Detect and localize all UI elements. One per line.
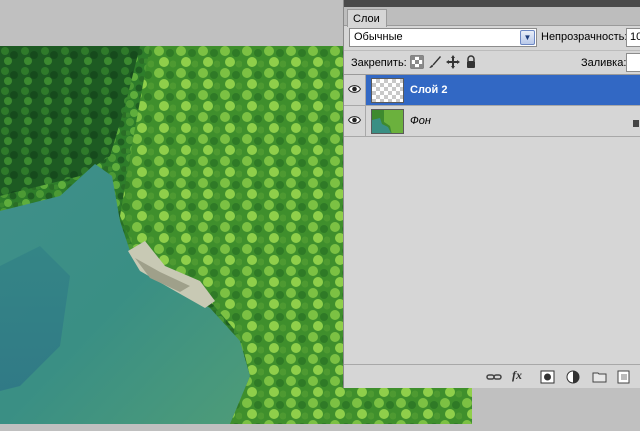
layer-row-fon[interactable]: Фон <box>344 106 640 137</box>
fx-layer-style-icon[interactable]: fx <box>512 368 528 382</box>
workspace-margin <box>472 424 640 431</box>
layers-panel-toolbar: fx <box>344 364 640 388</box>
lock-transparent-pixels-icon[interactable] <box>410 55 424 69</box>
panel-tab-bar: Слои <box>344 7 640 27</box>
link-layers-icon[interactable] <box>486 370 502 384</box>
lock-label: Закрепить: <box>351 57 407 69</box>
layer-thumbnail-photo <box>371 109 404 134</box>
layer-name[interactable]: Слой 2 <box>410 84 447 96</box>
opacity-field[interactable]: 100% <box>626 28 640 47</box>
visibility-toggle[interactable] <box>344 75 366 105</box>
tab-layers[interactable]: Слои <box>347 9 387 27</box>
layer-name[interactable]: Фон <box>410 115 431 127</box>
adjustment-layer-icon[interactable] <box>566 370 582 384</box>
lock-all-icon[interactable] <box>464 55 478 69</box>
lock-position-icon[interactable] <box>446 55 460 69</box>
blend-mode-row: Обычные ▼ Непрозрачность: 100% <box>344 26 640 50</box>
opacity-label: Непрозрачность: <box>541 31 628 43</box>
layers-panel: Слои Обычные ▼ Непрозрачность: 100% Закр… <box>343 0 640 388</box>
add-mask-icon[interactable] <box>540 370 556 384</box>
fill-field[interactable] <box>626 53 640 72</box>
eye-icon <box>348 85 361 93</box>
eye-icon <box>348 116 361 124</box>
layers-list: Слой 2 Фон <box>344 74 640 364</box>
new-group-icon[interactable] <box>592 370 608 384</box>
layer-lock-icon <box>633 120 639 127</box>
panel-title-bar[interactable] <box>344 0 640 7</box>
visibility-toggle[interactable] <box>344 106 366 136</box>
layer-thumbnail-transparent <box>371 78 404 103</box>
layer-row-sloy-2[interactable]: Слой 2 <box>344 75 640 106</box>
chevron-down-icon[interactable]: ▼ <box>520 30 535 45</box>
lock-row: Закрепить: Заливка: <box>344 50 640 74</box>
new-layer-icon[interactable] <box>616 370 632 384</box>
blend-mode-value: Обычные <box>354 31 403 43</box>
fill-label: Заливка: <box>581 57 627 69</box>
blend-mode-select[interactable]: Обычные ▼ <box>349 28 537 47</box>
photoshop-workspace: Слои Обычные ▼ Непрозрачность: 100% Закр… <box>0 0 640 431</box>
lock-image-pixels-icon[interactable] <box>428 55 442 69</box>
